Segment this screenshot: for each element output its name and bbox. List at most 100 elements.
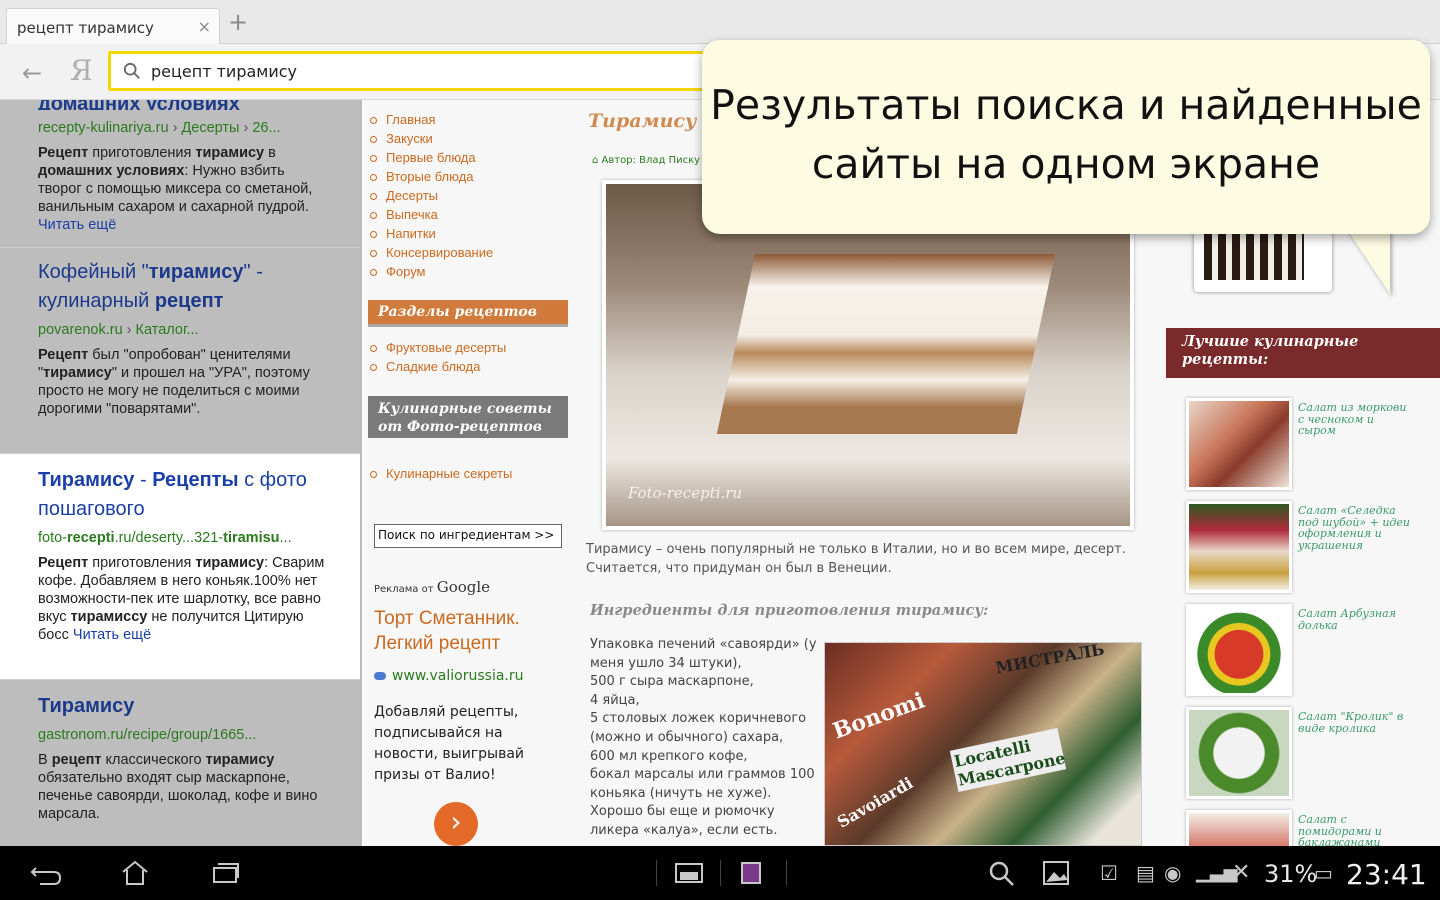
callout-text: Результаты поиска и найденные сайты на о… (710, 81, 1422, 188)
recipe-photo[interactable] (1186, 501, 1292, 593)
site-menu: Главная Закуски Первые блюда Вторые блюд… (368, 110, 568, 281)
result-title[interactable]: Тирамису (38, 692, 338, 721)
search-results-panel[interactable]: домашних условиях recepty-kulinariya.ru … (0, 100, 362, 846)
battery-icon: ▭ (1314, 861, 1333, 885)
bluetooth-icon: ✕ (1232, 860, 1251, 885)
recent-apps-icon[interactable] (210, 860, 240, 886)
article-author: ⌂ Автор: Влад Писку (592, 155, 701, 166)
nav-divider (720, 860, 721, 886)
recipe-link[interactable]: Салат Арбузная долька (1298, 608, 1414, 631)
menu-item-canning[interactable]: Консервирование (368, 243, 568, 262)
window-icon[interactable] (674, 860, 704, 886)
tip-cooking-secrets[interactable]: Кулинарные секреты (368, 464, 568, 483)
system-navigation-bar: ☑ ▤ ◉ ▁▃▅ ✕ 31% ▭ 23:41 (0, 846, 1440, 900)
tips-heading: Кулинарные советы от Фото-рецептов (368, 396, 568, 438)
result-url[interactable]: povarenok.ru › Каталог... (38, 322, 360, 338)
notification-icon: ▤ (1136, 861, 1155, 885)
best-recipe-item[interactable]: Салат с помидорами и баклажанами (1182, 810, 1432, 846)
ad-title-link[interactable]: Торт Сметанник. Легкий рецепт (374, 606, 554, 656)
search-result[interactable]: Тирамису gastronom.ru/recipe/group/1665.… (0, 680, 360, 846)
wifi-icon: ◉ (1164, 861, 1182, 885)
tips-list: Кулинарные секреты (368, 464, 568, 483)
ingredient-item: бокал марсалы или граммов 100 коньяка (н… (590, 767, 815, 801)
recipe-link[interactable]: Салат «Селедка под шубой» + идеи оформле… (1298, 505, 1414, 551)
ingredient-search-button[interactable]: Поиск по ингредиентам >> (374, 524, 562, 548)
omnibox-query[interactable]: рецепт тирамису (151, 62, 297, 81)
result-snippet: Рецепт был "опробован" ценителями "тирам… (38, 347, 310, 417)
ingredients-photo: Bonomi Savoiardi Locatelli Mascarpone МИ… (824, 642, 1142, 846)
ad-url-link[interactable]: www.valiorussia.ru (374, 668, 524, 684)
ads-label: Реклама от Google (374, 578, 491, 596)
recipe-photo[interactable] (1186, 810, 1292, 846)
result-url[interactable]: recepty-kulinariya.ru › Десерты › 26... (38, 120, 360, 136)
back-arrow-icon[interactable]: ← (22, 59, 42, 87)
article-description: Тирамису – очень популярный не только в … (586, 542, 1126, 576)
recipe-photo[interactable] (1186, 398, 1292, 490)
search-icon (123, 62, 140, 79)
clock: 23:41 (1346, 858, 1427, 891)
google-logo: Google (436, 578, 491, 596)
menu-item-desserts[interactable]: Десерты (368, 186, 568, 205)
sections-list: Фруктовые десерты Сладкие блюда (368, 338, 568, 376)
promo-callout: Результаты поиска и найденные сайты на о… (702, 40, 1430, 234)
recipe-link[interactable]: Салат из моркови с чесноком и сыром (1298, 402, 1414, 437)
browser-tab[interactable]: рецепт тирамису × (6, 8, 220, 44)
new-tab-button[interactable]: + (228, 10, 248, 34)
read-more-link[interactable]: Читать ещё (38, 217, 116, 233)
search-icon[interactable] (988, 860, 1016, 886)
result-url[interactable]: foto-recepti.ru/deserty...321-tiramisu..… (38, 530, 360, 546)
result-title[interactable]: Тирамису - Рецепты с фото пошагового (38, 466, 338, 524)
search-result[interactable]: домашних условиях recepty-kulinariya.ru … (0, 100, 360, 248)
best-recipe-item[interactable]: Салат из моркови с чесноком и сыром (1182, 398, 1432, 498)
ingredient-item: 4 яйца, (590, 692, 640, 708)
ingredient-item: 600 мл крепкого кофе, (590, 748, 748, 764)
back-icon[interactable] (30, 860, 62, 886)
menu-item-forum[interactable]: Форум (368, 262, 568, 281)
best-recipe-item[interactable]: Салат "Кролик" в виде кролика (1182, 707, 1432, 807)
ad-arrow-button[interactable]: › (434, 802, 478, 846)
tab-title: рецепт тирамису (17, 19, 154, 37)
cake-slice (716, 254, 1056, 434)
search-result[interactable]: Кофейный "тирамису" - кулинарный рецепт … (0, 248, 360, 454)
gallery-icon[interactable] (1042, 860, 1070, 886)
checkbox-icon: ☑ (1100, 861, 1118, 885)
ingredients-heading: Ингредиенты для приготовления тирамису: (590, 602, 989, 619)
result-title[interactable]: Кофейный "тирамису" - кулинарный рецепт (38, 258, 338, 316)
result-title[interactable]: домашних условиях (38, 100, 338, 110)
ad-text: Добавляй рецепты, подписывайся на новост… (374, 704, 525, 783)
recipe-photo[interactable] (1186, 604, 1292, 696)
search-result-selected[interactable]: Тирамису - Рецепты с фото пошагового fot… (0, 454, 360, 680)
best-recipe-item[interactable]: Салат Арбузная долька (1182, 604, 1432, 704)
menu-item-appetizers[interactable]: Закуски (368, 129, 568, 148)
read-more-link[interactable]: Читать ещё (73, 627, 151, 643)
callout-tail (1346, 228, 1390, 294)
battery-percent: 31% (1264, 860, 1318, 888)
recipe-link[interactable]: Салат "Кролик" в виде кролика (1298, 711, 1414, 734)
recipe-photo[interactable] (1186, 707, 1292, 799)
nav-divider (656, 860, 657, 886)
section-sweet-dishes[interactable]: Сладкие блюда (368, 357, 568, 376)
recipe-link[interactable]: Салат с помидорами и баклажанами (1298, 814, 1414, 846)
yandex-logo[interactable]: Я (70, 54, 93, 87)
close-icon[interactable]: × (198, 17, 211, 36)
result-url[interactable]: gastronom.ru/recipe/group/1665... (38, 727, 360, 743)
tab-bar: рецепт тирамису × + (0, 0, 1440, 44)
menu-item-baking[interactable]: Выпечка (368, 205, 568, 224)
menu-item-drinks[interactable]: Напитки (368, 224, 568, 243)
ingredient-item: 500 г сыра маскарпоне, (590, 674, 754, 690)
ingredient-item: 5 столовых ложек коричневого (можно и об… (590, 711, 807, 745)
menu-item-first-courses[interactable]: Первые блюда (368, 148, 568, 167)
result-snippet: В рецепт классического тирамису обязател… (38, 752, 318, 822)
photo-watermark: Foto-recepti.ru (628, 484, 743, 502)
menu-item-home[interactable]: Главная (368, 110, 568, 129)
home-icon: ⌂ (592, 155, 602, 166)
menu-item-second-courses[interactable]: Вторые блюда (368, 167, 568, 186)
section-fruit-desserts[interactable]: Фруктовые десерты (368, 338, 568, 357)
best-recipe-item[interactable]: Салат «Селедка под шубой» + идеи оформле… (1182, 501, 1432, 601)
home-icon[interactable] (120, 860, 150, 886)
ingredient-item: Упаковка печений «савоярди» (у меня ушло… (590, 637, 817, 671)
nav-divider (786, 860, 787, 886)
best-recipes-heading: Лучшие кулинарные рецепты: (1166, 328, 1440, 378)
app-shortcut-icon[interactable] (738, 860, 764, 886)
ingredient-item: Хорошо бы еще и рюмочку ликера «калуа», … (590, 804, 778, 838)
